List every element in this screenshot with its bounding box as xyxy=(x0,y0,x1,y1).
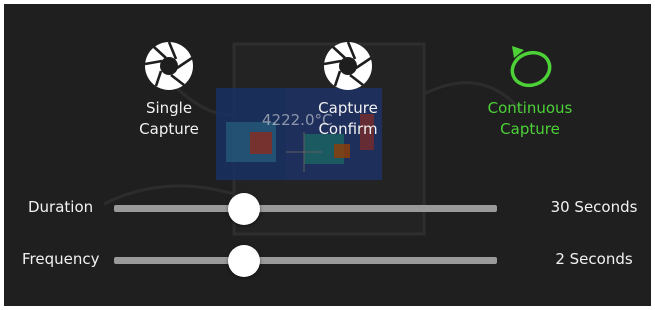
frequency-label: Frequency xyxy=(22,250,100,268)
continuous-capture-button[interactable]: Continuous Capture xyxy=(465,40,595,140)
duration-value: 30 Seconds xyxy=(550,198,638,216)
duration-slider-row: Duration 30 Seconds xyxy=(4,190,651,226)
refresh-cycle-icon xyxy=(510,46,552,88)
frequency-slider-track[interactable] xyxy=(114,245,497,277)
single-capture-button[interactable]: Single Capture xyxy=(104,40,234,140)
capture-confirm-label: Capture Confirm xyxy=(318,99,378,138)
duration-label: Duration xyxy=(28,198,94,216)
frequency-slider-thumb[interactable] xyxy=(228,245,261,277)
single-capture-label: Single Capture xyxy=(139,99,199,138)
shutter-icon xyxy=(144,41,193,90)
frequency-value: 2 Seconds xyxy=(555,250,633,268)
shutter-icon xyxy=(323,41,372,90)
capture-settings-panel: 4222.0°C Single Capture Capture Confirm … xyxy=(4,4,651,306)
capture-confirm-button[interactable]: Capture Confirm xyxy=(283,40,413,140)
duration-slider-track[interactable] xyxy=(114,193,497,225)
duration-slider-thumb[interactable] xyxy=(228,193,261,225)
frequency-slider-row: Frequency 2 Seconds xyxy=(4,242,651,278)
continuous-capture-label: Continuous Capture xyxy=(487,99,573,138)
